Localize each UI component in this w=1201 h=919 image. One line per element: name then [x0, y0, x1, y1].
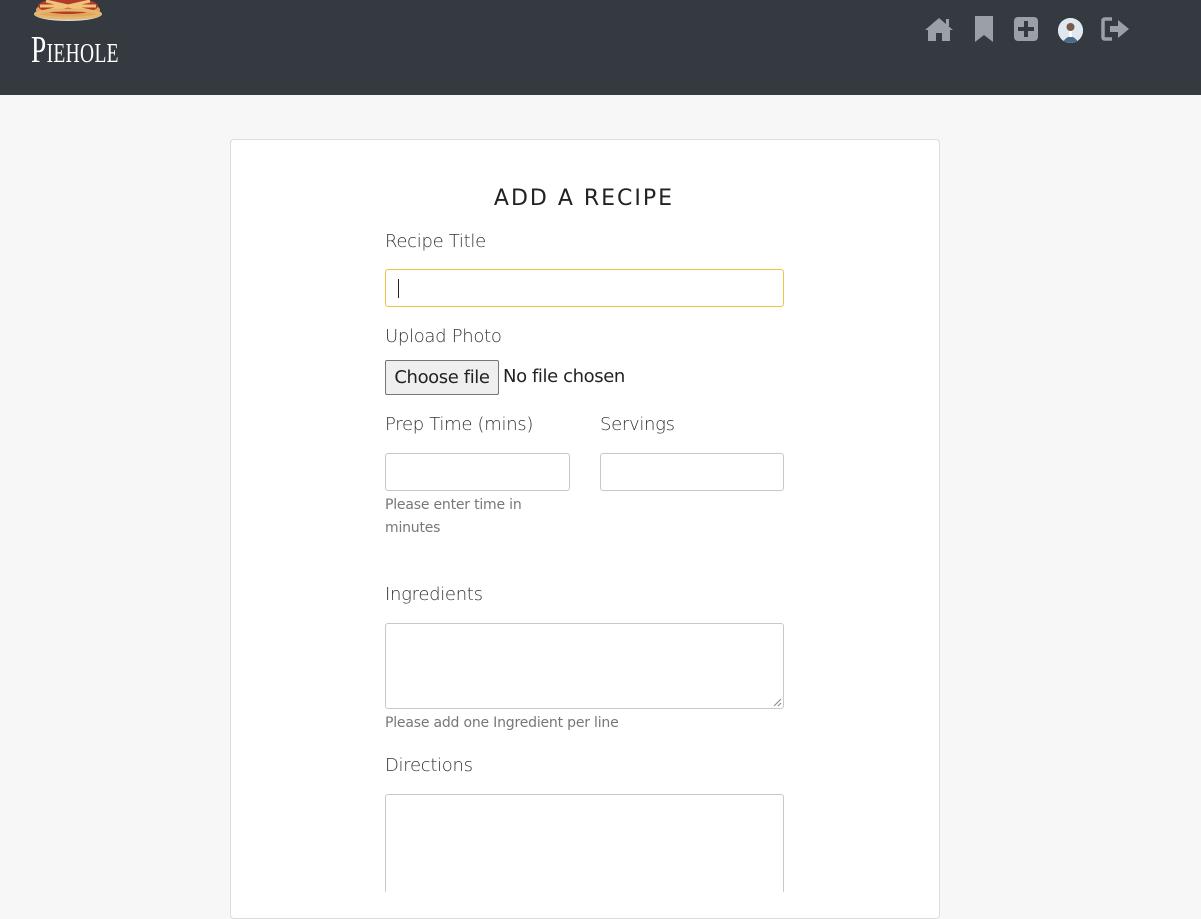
servings-label: Servings	[600, 414, 675, 435]
text-caret	[398, 279, 399, 298]
prep-time-label: Prep Time (mins)	[385, 414, 534, 435]
recipe-title-input[interactable]	[385, 269, 784, 307]
file-status-text: No file chosen	[503, 366, 625, 387]
plus-square-icon[interactable]	[1011, 14, 1041, 44]
upload-photo-label: Upload Photo	[385, 326, 502, 347]
ingredients-label: Ingredients	[385, 584, 483, 605]
brand-logo-link[interactable]: Piehole	[28, 0, 128, 95]
avatar[interactable]	[1058, 18, 1083, 43]
recipe-title-label: Recipe Title	[385, 231, 486, 252]
ingredients-help: Please add one Ingredient per line	[385, 715, 619, 731]
pie-logo-icon	[34, 0, 102, 21]
directions-label: Directions	[385, 755, 473, 776]
top-navbar: Piehole	[0, 0, 1201, 95]
page-title: ADD A RECIPE	[493, 186, 675, 211]
ingredients-textarea[interactable]	[385, 623, 784, 709]
brand-name: Piehole	[31, 29, 119, 71]
prep-time-input[interactable]	[385, 453, 570, 491]
home-icon[interactable]	[924, 14, 954, 44]
resize-grip-icon[interactable]	[773, 698, 782, 707]
sign-out-icon[interactable]	[1101, 14, 1131, 44]
servings-input[interactable]	[600, 453, 784, 491]
directions-textarea[interactable]	[385, 794, 784, 892]
bookmark-icon[interactable]	[969, 14, 999, 44]
choose-file-button[interactable]: Choose file	[385, 360, 499, 395]
prep-time-help: Please enter time in minutes	[385, 497, 522, 536]
